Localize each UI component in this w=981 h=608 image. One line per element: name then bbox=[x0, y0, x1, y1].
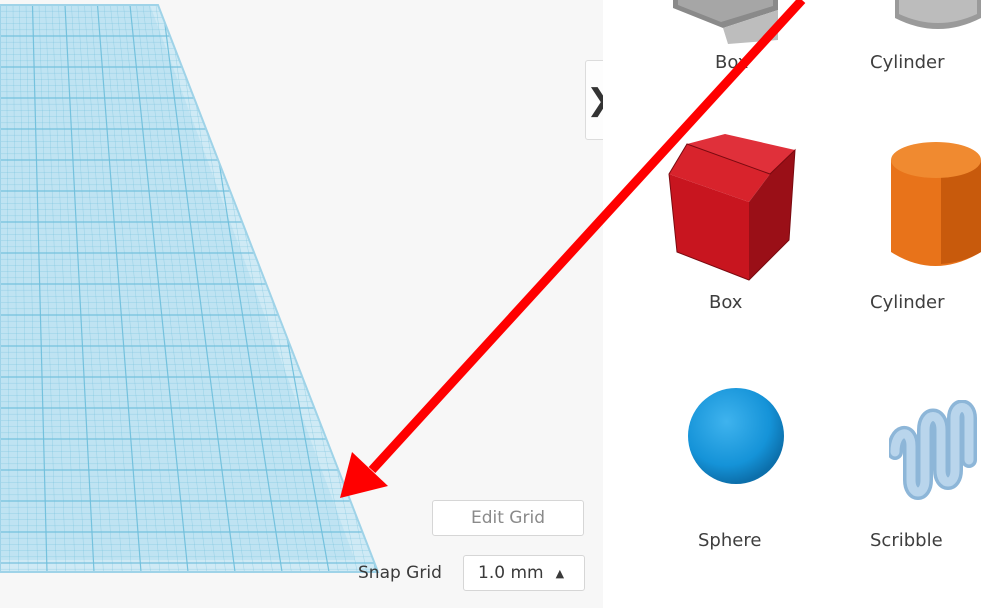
shapes-library: Box Cylinder Box Cylinder Sphere Scribbl… bbox=[603, 0, 981, 608]
grid-line bbox=[356, 5, 378, 572]
grid-line bbox=[350, 5, 378, 572]
grid-line bbox=[363, 5, 378, 572]
grid-line bbox=[376, 5, 378, 572]
scribble-icon[interactable] bbox=[889, 400, 981, 508]
grid-line bbox=[384, 5, 555, 572]
shape-label-box-top[interactable]: Box bbox=[715, 52, 748, 73]
shape-label-sphere[interactable]: Sphere bbox=[698, 530, 761, 551]
edit-grid-button[interactable]: Edit Grid bbox=[432, 500, 584, 536]
snap-grid-label: Snap Grid bbox=[358, 563, 442, 583]
cylinder-gray-icon[interactable] bbox=[895, 0, 981, 36]
grid-line bbox=[324, 5, 378, 572]
grid-line bbox=[344, 5, 378, 572]
sphere-blue-icon[interactable] bbox=[686, 386, 786, 486]
box-gray-icon[interactable] bbox=[673, 0, 793, 45]
grid-line bbox=[390, 5, 564, 572]
shape-label-cylinder-top[interactable]: Cylinder bbox=[870, 52, 945, 73]
shape-label-scribble[interactable]: Scribble bbox=[870, 530, 943, 551]
grid-line bbox=[331, 5, 378, 572]
grid-line bbox=[324, 5, 378, 572]
box-red-icon[interactable] bbox=[667, 132, 797, 282]
grid-line bbox=[390, 5, 564, 572]
caret-up-icon: ▲ bbox=[555, 566, 565, 580]
cylinder-orange-icon[interactable] bbox=[889, 140, 981, 272]
workplane[interactable]: ❯ Edit Grid Snap Grid 1.0 mm ▲ bbox=[0, 0, 613, 608]
shape-label-box[interactable]: Box bbox=[709, 292, 742, 313]
grid-line bbox=[357, 5, 378, 572]
grid-line bbox=[370, 5, 378, 572]
snap-grid-select[interactable]: 1.0 mm ▲ bbox=[463, 555, 585, 591]
snap-grid-value: 1.0 mm bbox=[478, 563, 544, 583]
shape-label-cylinder[interactable]: Cylinder bbox=[870, 292, 945, 313]
grid-line bbox=[337, 5, 378, 572]
